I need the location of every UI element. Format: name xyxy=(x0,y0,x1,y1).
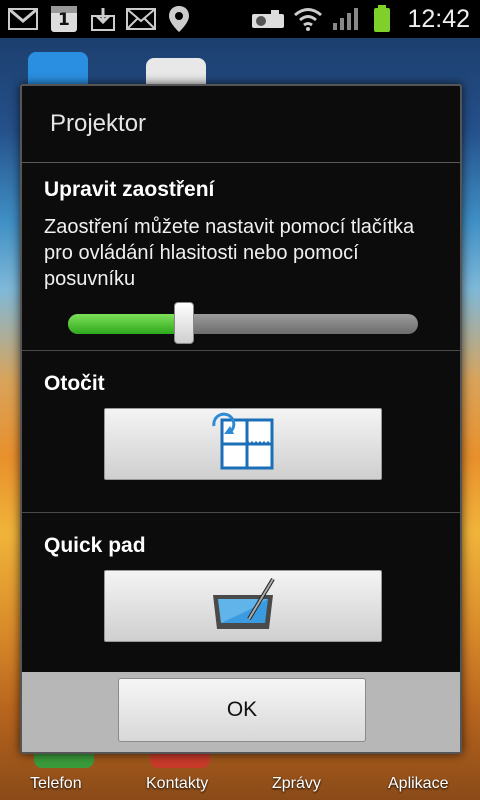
rotate-heading: Otočit xyxy=(44,372,105,395)
dialog-title: Projektor xyxy=(50,110,147,137)
focus-slider[interactable] xyxy=(68,302,418,344)
focus-slider-fill xyxy=(68,314,184,334)
wifi-icon xyxy=(292,0,324,38)
download-icon xyxy=(88,0,118,38)
battery-icon xyxy=(370,0,394,38)
rotate-screen-icon xyxy=(210,412,276,476)
home-dock: Telefon Kontakty Zprávy Aplikace xyxy=(0,765,480,800)
projector-dialog: Projektor Upravit zaostření Zaostření mů… xyxy=(20,84,462,754)
dock-label-phone[interactable]: Telefon xyxy=(30,775,82,793)
calendar-day: 1 xyxy=(58,10,70,30)
quick-pad-heading: Quick pad xyxy=(44,534,146,557)
focus-heading: Upravit zaostření xyxy=(44,178,215,201)
divider xyxy=(22,350,460,351)
signal-icon xyxy=(330,0,360,38)
focus-slider-thumb[interactable] xyxy=(173,302,194,344)
dock-label-contacts[interactable]: Kontakty xyxy=(146,775,208,793)
rotate-button[interactable] xyxy=(104,408,382,480)
email-icon xyxy=(124,0,158,38)
dialog-title-bar: Projektor xyxy=(22,86,460,163)
dialog-footer: OK xyxy=(22,672,460,752)
status-time: 12:42 xyxy=(407,5,470,33)
ok-button[interactable]: OK xyxy=(118,678,366,742)
dock-label-messages[interactable]: Zprávy xyxy=(272,775,321,793)
calendar-icon: 1 xyxy=(48,0,80,38)
projector-icon xyxy=(250,0,286,38)
gmail-icon xyxy=(4,0,42,38)
location-icon xyxy=(166,0,192,38)
quick-pad-button[interactable] xyxy=(104,570,382,642)
status-bar: 1 12:42 xyxy=(0,0,480,38)
focus-description: Zaostření můžete nastavit pomocí tlačítk… xyxy=(44,216,415,290)
divider xyxy=(22,512,460,513)
dock-label-apps[interactable]: Aplikace xyxy=(388,775,448,793)
tablet-pen-icon xyxy=(207,575,279,637)
